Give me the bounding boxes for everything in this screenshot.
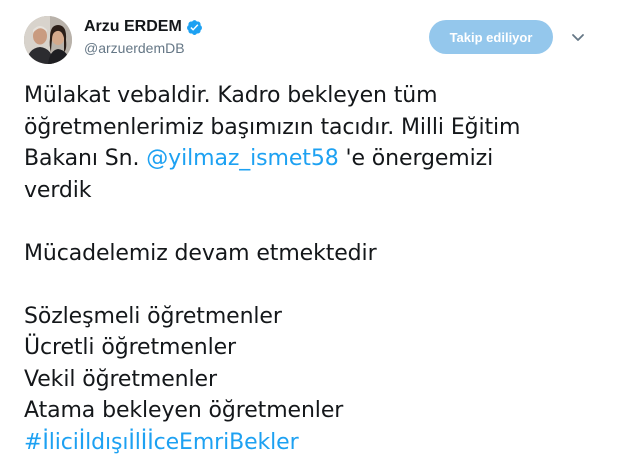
tweet-line: Atama bekleyen öğretmenler <box>24 398 344 423</box>
tweet-line: Sözleşmeli öğretmenler <box>24 303 282 329</box>
tweet-line: öğretmenlerimiz başımızın tacıdır. Milli… <box>24 114 521 140</box>
chevron-down-icon[interactable] <box>567 26 589 48</box>
verified-badge-icon <box>186 19 202 35</box>
display-name[interactable]: Arzu ERDEM <box>84 18 182 36</box>
tweet-line: Vekil öğretmenler <box>24 366 217 392</box>
tweet-text-segment: Bakanı Sn. <box>24 146 147 171</box>
tweet-line: Ücretli öğretmenler <box>24 335 236 360</box>
tweet-line: Mücadelemiz devam etmektedir <box>24 240 377 266</box>
screen-name[interactable]: @arzuerdemDB <box>84 40 203 56</box>
tweet-line: verdik <box>24 177 92 203</box>
tweet-line: Mülakat vebaldir. Kadro bekleyen tüm <box>24 83 438 108</box>
tweet-text: Mülakat vebaldir. Kadro bekleyen tüm öğr… <box>24 80 604 458</box>
avatar[interactable] <box>24 16 72 64</box>
hashtag-link[interactable]: #İliciİldışıİlİİceEmriBekler <box>24 427 604 459</box>
tweet-line: Bakanı Sn. @yilmaz_ismet58 'e önergemizi <box>24 143 604 175</box>
tweet-text-segment: 'e önergemizi <box>338 146 494 171</box>
mention-link[interactable]: @yilmaz_ismet58 <box>146 146 338 171</box>
following-button[interactable]: Takip ediliyor <box>429 20 553 54</box>
profile-photo-icon <box>24 16 72 64</box>
user-names: Arzu ERDEM @arzuerdemDB <box>84 17 203 56</box>
tweet-header: Arzu ERDEM @arzuerdemDB Takip ediliyor <box>24 14 594 64</box>
